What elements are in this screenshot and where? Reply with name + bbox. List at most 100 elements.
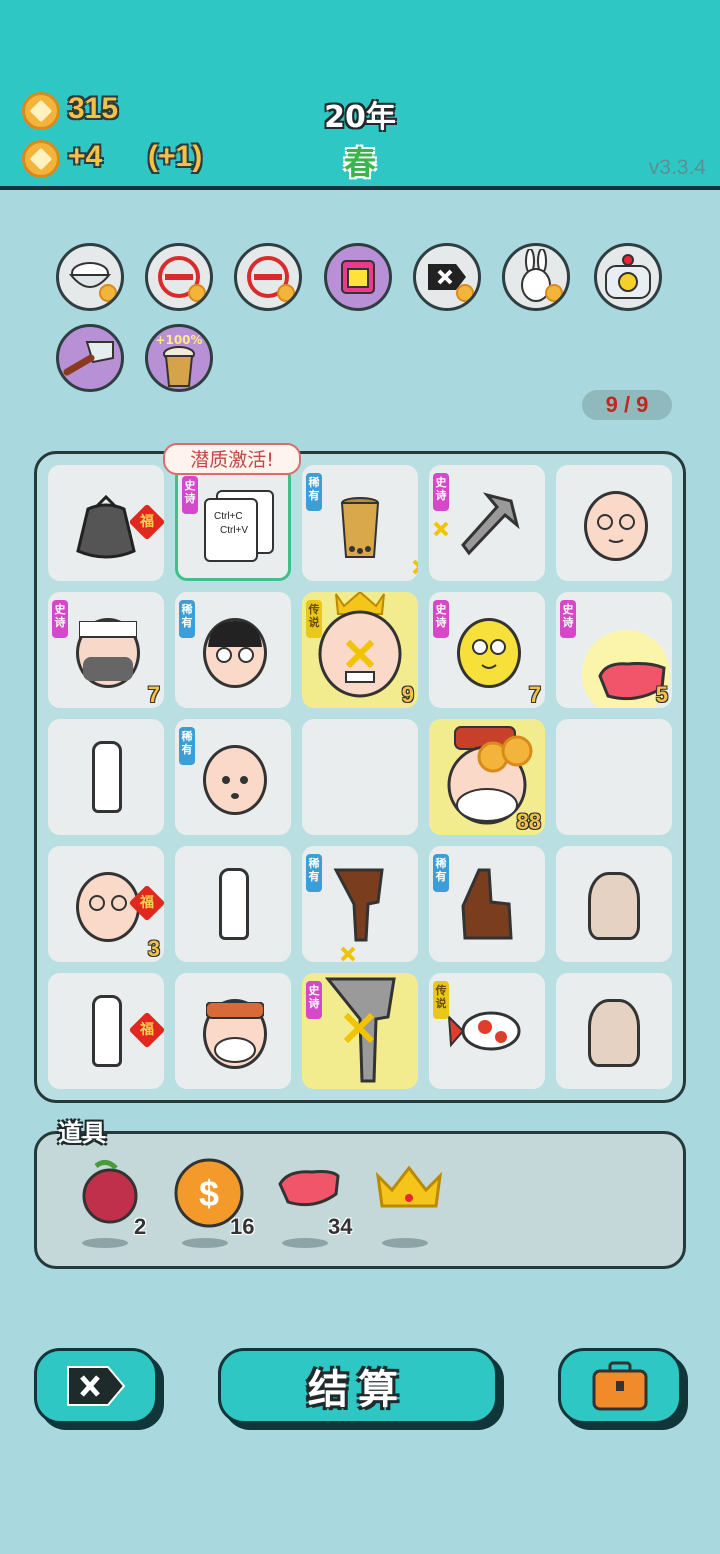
rarity-tag-epic: 史诗 <box>433 473 449 511</box>
income-coin-icon <box>22 140 60 178</box>
cap-icon <box>205 1001 265 1063</box>
hair-icon <box>208 621 262 663</box>
glasses-icon <box>89 895 127 911</box>
chick-face <box>457 618 521 688</box>
board-cell-milk-bottle[interactable] <box>48 719 164 835</box>
season-label: 春 <box>343 144 376 182</box>
board-cell-bald-man[interactable]: 稀有 <box>175 719 291 835</box>
income-value: +4 <box>68 140 103 173</box>
chick-eyes-icon <box>472 639 506 669</box>
boy-face <box>203 618 267 688</box>
cell-value: 5 <box>655 682 668 707</box>
relic-gift-box[interactable] <box>324 243 392 311</box>
shadow <box>182 1238 228 1248</box>
relic-badge: +100% <box>155 333 203 347</box>
mouse-icon <box>588 872 640 940</box>
cell-value: 9 <box>401 682 414 707</box>
board-cell-boy-with-glasses[interactable]: 稀有 <box>175 592 291 708</box>
relic-rabbit[interactable] <box>502 243 570 311</box>
cancel-button[interactable] <box>34 1348 158 1424</box>
rarity-tag-rare: 稀有 <box>306 854 322 892</box>
old-man-face <box>76 872 140 942</box>
coin-icon <box>456 284 474 302</box>
board-cell-bubble-tea-cup[interactable]: 稀有 <box>302 465 428 581</box>
relic-bubble-tea[interactable]: +100% <box>145 324 213 392</box>
tool-crown[interactable] <box>372 1156 452 1256</box>
board-cell-empty[interactable] <box>556 719 672 835</box>
rarity-tag-epic: 史诗 <box>306 981 322 1019</box>
slot-counter: 9 / 9 <box>582 390 672 420</box>
relic-duck-pot[interactable] <box>594 243 662 311</box>
board-cell-koi-fish[interactable]: 传说 <box>429 973 545 1089</box>
cleaver-icon <box>63 341 114 376</box>
year-label: 20年 <box>324 100 396 135</box>
rarity-tag-rare: 稀有 <box>306 473 322 511</box>
remove-tag-icon <box>67 1366 126 1406</box>
tool-count: 16 <box>230 1214 255 1239</box>
board-cell-yellow-chick-face[interactable]: 史诗 7 <box>429 592 545 708</box>
board-cell-bearded-chef[interactable]: 史诗 7 <box>48 592 164 708</box>
coin-icon <box>22 92 60 130</box>
coin-icon <box>545 284 563 302</box>
rarity-tag-rare: 稀有 <box>179 727 195 765</box>
relic-cleaver[interactable] <box>56 324 124 392</box>
board-cell-pointing-hand-brown-down[interactable]: 稀有 <box>302 846 418 962</box>
tools-title: 道具 <box>58 1119 106 1147</box>
cell-value: 88 <box>516 809 541 834</box>
board-cell-milk-bottle-fortune[interactable]: 福 <box>48 973 166 1089</box>
board-cell-copy-paste-card[interactable]: 史诗 Ctrl+C Ctrl+V <box>175 465 291 581</box>
rarity-tag-legend: 传说 <box>433 981 449 1019</box>
tool-dollar-coin[interactable]: $ 16 <box>172 1156 255 1256</box>
board-cell-mouse[interactable] <box>556 973 672 1089</box>
duck-pot-icon <box>605 254 651 299</box>
fortune-badge: 福 <box>128 503 166 541</box>
board-cell-bearded-man-cap[interactable] <box>175 973 291 1089</box>
board-cell-empty[interactable] <box>302 719 418 835</box>
briefcase-icon <box>592 1361 648 1411</box>
top-bar: 315 +4 (+1) 20年 春 v3.3.4 <box>0 0 720 190</box>
board-cell-glowing-old-man[interactable]: 史诗 5 <box>556 592 672 718</box>
crown-icon <box>375 1165 443 1208</box>
rarity-tag-epic: 史诗 <box>433 600 449 638</box>
board-cell-santa-with-coins[interactable]: 88 <box>429 719 545 835</box>
bubble-tea-icon <box>163 346 195 387</box>
relic-rice-bowl[interactable] <box>56 243 124 311</box>
board-cell-old-man-glasses-fortune[interactable]: 福 3 <box>48 846 166 962</box>
beard-icon <box>78 620 138 681</box>
coin-count: 315 <box>68 92 119 125</box>
tool-liver[interactable]: 34 <box>272 1156 352 1256</box>
settle-button[interactable]: 结算 <box>218 1348 498 1424</box>
card-text-copy: Ctrl+C <box>214 511 243 522</box>
lychee-icon <box>82 1160 138 1224</box>
relic-no-entry-1[interactable] <box>145 243 213 311</box>
board-cell-king-old-man[interactable]: 传说 9 <box>302 590 418 708</box>
shadow <box>82 1238 128 1248</box>
chef-face <box>76 618 140 688</box>
old-man-face <box>584 491 648 561</box>
rarity-tag-legend: 传说 <box>306 600 322 638</box>
backpack-button[interactable] <box>558 1348 682 1424</box>
coin-icon <box>277 284 295 302</box>
board-cell-mouse[interactable] <box>556 846 672 962</box>
rarity-tag-epic: 史诗 <box>560 600 576 638</box>
rarity-tag-epic: 史诗 <box>52 600 68 638</box>
settle-button-label: 结算 <box>308 1367 408 1413</box>
relic-remove-tag[interactable] <box>413 243 481 311</box>
cell-value: 7 <box>528 682 541 707</box>
shadow <box>382 1238 428 1248</box>
potential-activated-tooltip: 潜质激活! <box>163 443 301 475</box>
capped-man-face <box>203 999 267 1069</box>
board-cell-pointing-hand-brown-up[interactable]: 稀有 <box>429 846 545 962</box>
relic-no-entry-2[interactable] <box>234 243 302 311</box>
board-cell-trash-bag[interactable]: 福 <box>48 465 166 581</box>
board-cell-old-man-glasses[interactable] <box>556 465 672 581</box>
tool-lychee[interactable]: 2 <box>72 1156 152 1256</box>
shadow <box>282 1238 328 1248</box>
svg-text:$: $ <box>199 1173 219 1214</box>
fortune-badge: 福 <box>128 884 166 922</box>
bald-eyes-icon <box>222 776 248 799</box>
card-text-paste: Ctrl+V <box>220 525 249 536</box>
board-cell-pointing-hand-grey[interactable]: 史诗 <box>429 465 545 581</box>
board-cell-milk-bottle[interactable] <box>175 846 291 962</box>
board-cell-pointing-hand-grey-down[interactable]: 史诗 <box>302 973 418 1089</box>
